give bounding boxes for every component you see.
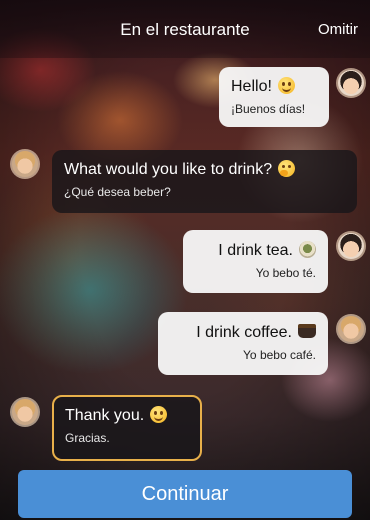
tea-cup-icon bbox=[299, 241, 316, 258]
message-text: Thank you. bbox=[65, 407, 145, 424]
woman-avatar-icon bbox=[338, 233, 364, 259]
man-avatar-icon bbox=[12, 151, 38, 177]
smiling-face-icon bbox=[277, 77, 295, 94]
man-avatar-icon bbox=[338, 316, 364, 342]
thinking-face-icon bbox=[278, 160, 296, 177]
message-text: Hello! bbox=[231, 78, 272, 95]
message-translation: ¡Buenos días! bbox=[231, 102, 306, 116]
man-avatar-icon bbox=[12, 399, 38, 425]
message-translation: Gracias. bbox=[65, 431, 110, 445]
message-bubble-thank-you[interactable]: Thank you. Gracias. bbox=[52, 395, 202, 461]
message-bubble-tea[interactable]: I drink tea. Yo bebo té. bbox=[183, 230, 328, 293]
message-bubble-drink-question[interactable]: What would you like to drink? ¿Qué desea… bbox=[52, 150, 357, 213]
woman-avatar-icon bbox=[338, 70, 364, 96]
message-bubble-hello[interactable]: Hello! ¡Buenos días! bbox=[219, 67, 329, 127]
coffee-cup-icon bbox=[298, 324, 316, 338]
continue-button[interactable]: Continuar bbox=[18, 470, 352, 518]
message-bubble-coffee[interactable]: I drink coffee. Yo bebo café. bbox=[158, 312, 328, 375]
message-text: What would you like to drink? bbox=[64, 161, 273, 178]
smiling-face-icon bbox=[150, 406, 168, 423]
message-text: I drink tea. bbox=[218, 242, 293, 259]
message-translation: Yo bebo café. bbox=[243, 348, 316, 362]
message-translation: ¿Qué desea beber? bbox=[64, 185, 171, 199]
header-bar: En el restaurante Omitir bbox=[0, 0, 370, 58]
message-translation: Yo bebo té. bbox=[255, 266, 316, 280]
page-title: En el restaurante bbox=[120, 20, 250, 39]
message-text: I drink coffee. bbox=[196, 324, 292, 341]
skip-button[interactable]: Omitir bbox=[318, 21, 358, 38]
